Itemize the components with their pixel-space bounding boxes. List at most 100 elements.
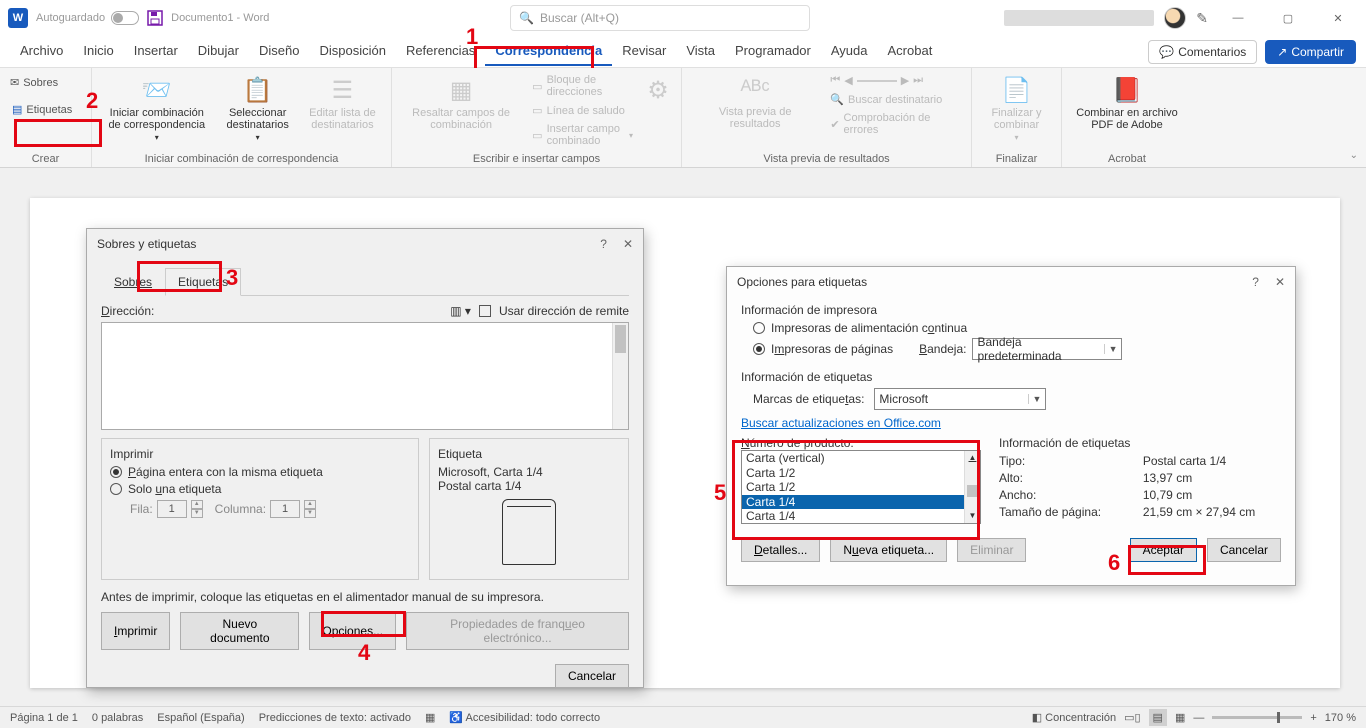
- list-item[interactable]: Carta 1/2: [742, 480, 980, 495]
- language-status[interactable]: Español (España): [157, 712, 244, 724]
- word-count[interactable]: 0 palabras: [92, 712, 143, 724]
- chevron-down-icon: ▼: [1028, 394, 1042, 404]
- maximize-button[interactable]: ▢: [1268, 3, 1308, 33]
- close-button[interactable]: ✕: [1318, 3, 1358, 33]
- aceptar-button[interactable]: Aceptar: [1130, 538, 1197, 562]
- envelope-icon: ✉: [10, 76, 19, 89]
- print-layout-icon[interactable]: ▤: [1149, 709, 1167, 726]
- nav-record: ⏮◀ ▶⏭: [826, 72, 963, 89]
- marcas-label: Marcas de etiquetas:: [753, 392, 864, 406]
- autosave-toggle[interactable]: Autoguardado: [36, 11, 139, 25]
- eliminar-button: Eliminar: [957, 538, 1026, 562]
- tab-ayuda[interactable]: Ayuda: [821, 37, 878, 66]
- collapse-ribbon-icon[interactable]: ⌄: [1350, 150, 1358, 161]
- macro-icon[interactable]: ▦: [425, 711, 435, 724]
- list-item[interactable]: Carta 1/4: [742, 495, 980, 510]
- buscar-actualizaciones-link[interactable]: Buscar actualizaciones en Office.com: [741, 416, 941, 430]
- help-icon[interactable]: ?: [600, 237, 607, 251]
- etiquetas-button[interactable]: ▤ Etiquetas: [8, 97, 83, 122]
- save-icon[interactable]: [147, 10, 163, 26]
- user-name-badge[interactable]: [1004, 10, 1154, 26]
- tab-inicio[interactable]: Inicio: [73, 37, 123, 66]
- user-avatar-icon[interactable]: [1164, 7, 1186, 29]
- tab-dibujar[interactable]: Dibujar: [188, 37, 249, 66]
- close-icon[interactable]: ✕: [623, 237, 633, 251]
- read-mode-icon[interactable]: ▭▯: [1124, 711, 1140, 724]
- address-book-icon[interactable]: ▥ ▾: [450, 304, 471, 318]
- zoom-out-button[interactable]: —: [1193, 712, 1204, 724]
- tab-insertar[interactable]: Insertar: [124, 37, 188, 66]
- tab-disposición[interactable]: Disposición: [309, 37, 395, 66]
- radio-solo-una[interactable]: Solo una etiqueta: [110, 482, 410, 496]
- marcas-combo[interactable]: Microsoft▼: [874, 388, 1046, 410]
- direccion-textarea[interactable]: [101, 322, 629, 430]
- detalles-button[interactable]: Detalles...: [741, 538, 820, 562]
- nueva-etiqueta-button[interactable]: Nueva etiqueta...: [830, 538, 947, 562]
- etiqueta-line1: Microsoft, Carta 1/4: [438, 465, 620, 479]
- tab-archivo[interactable]: Archivo: [10, 37, 73, 66]
- tab-etiquetas[interactable]: Etiquetas: [165, 268, 241, 296]
- focus-mode-button[interactable]: ◧ Concentración: [1032, 711, 1116, 724]
- radio-paginas[interactable]: Impresoras de páginas Bandeja: Bandeja p…: [753, 338, 1281, 360]
- predictions-status[interactable]: Predicciones de texto: activado: [259, 712, 411, 724]
- comprobacion-errores-button: ✔Comprobación de errores: [826, 110, 963, 138]
- propiedades-franqueo-button[interactable]: Propiedades de franqueo electrónico...: [406, 612, 629, 650]
- radio-continua[interactable]: Impresoras de alimentación continua: [753, 321, 1281, 335]
- tab-revisar[interactable]: Revisar: [612, 37, 676, 66]
- cancelar-button[interactable]: Cancelar: [555, 664, 629, 688]
- seleccionar-destinatarios-button[interactable]: 📋 Seleccionar destinatarios ▾: [220, 72, 296, 146]
- share-button[interactable]: ↗ Compartir: [1265, 40, 1356, 64]
- web-layout-icon[interactable]: ▦: [1175, 711, 1185, 724]
- scrollbar[interactable]: ▲▼: [964, 451, 980, 523]
- zoom-in-button[interactable]: +: [1310, 712, 1316, 724]
- iniciar-combinacion-button[interactable]: 📨 Iniciar combinación de correspondencia…: [100, 72, 214, 146]
- ribbon-tabs: ArchivoInicioInsertarDibujarDiseñoDispos…: [0, 36, 1366, 68]
- dialog-tabs: Sobres Etiquetas: [101, 267, 629, 296]
- accessibility-status[interactable]: ♿ Accesibilidad: todo correcto: [449, 711, 600, 724]
- preview-icon: ᴬᴮᶜ: [741, 76, 770, 104]
- alto-label: Alto:: [999, 471, 1127, 485]
- tab-sobres[interactable]: Sobres: [101, 268, 165, 296]
- nuevo-documento-button[interactable]: Nuevo documento: [180, 612, 299, 650]
- comments-button[interactable]: 💬 Comentarios: [1148, 40, 1257, 64]
- tab-acrobat[interactable]: Acrobat: [878, 37, 943, 66]
- page-status[interactable]: Página 1 de 1: [10, 712, 78, 724]
- imprimir-button[interactable]: Imprimir: [101, 612, 170, 650]
- usar-remite-checkbox[interactable]: [479, 305, 491, 317]
- combinar-pdf-button[interactable]: 📕 Combinar en archivo PDF de Adobe: [1070, 72, 1184, 135]
- address-block-icon: ▭: [532, 80, 542, 93]
- editar-label: Editar lista de destinatarios: [308, 107, 377, 131]
- opciones-button[interactable]: Opciones...: [309, 612, 396, 650]
- help-icon[interactable]: ?: [1252, 275, 1259, 289]
- tab-referencias[interactable]: Referencias: [396, 37, 485, 66]
- bandeja-combo[interactable]: Bandeja predeterminada▼: [972, 338, 1122, 360]
- buscar-destinatario-button: 🔍Buscar destinatario: [826, 91, 963, 108]
- print-note: Antes de imprimir, coloque las etiquetas…: [101, 590, 629, 604]
- zoom-value[interactable]: 170 %: [1325, 712, 1356, 724]
- sobres-button[interactable]: ✉ Sobres: [8, 72, 83, 93]
- list-item[interactable]: Corto: [742, 524, 980, 525]
- tab-correspondencia[interactable]: Correspondencia: [485, 37, 612, 66]
- etiquetas-label: Etiquetas: [26, 104, 72, 116]
- tab-vista[interactable]: Vista: [676, 37, 725, 66]
- pen-icon[interactable]: ✎: [1196, 10, 1208, 27]
- minimize-button[interactable]: —: [1218, 3, 1258, 33]
- label-preview-icon[interactable]: [502, 499, 556, 565]
- search-input[interactable]: 🔍 Buscar (Alt+Q): [510, 5, 810, 31]
- zoom-slider[interactable]: [1212, 716, 1302, 719]
- scrollbar[interactable]: [612, 323, 628, 429]
- columna-label: Columna:: [215, 502, 266, 516]
- tab-diseño[interactable]: Diseño: [249, 37, 309, 66]
- radio-icon: [753, 322, 765, 334]
- numero-producto-listbox[interactable]: Carta (vertical)Carta 1/2Carta 1/2Carta …: [741, 450, 981, 524]
- toggle-off-icon[interactable]: [111, 11, 139, 25]
- cancelar-button[interactable]: Cancelar: [1207, 538, 1281, 562]
- radio-icon: [753, 343, 765, 355]
- list-item[interactable]: Carta 1/4: [742, 509, 980, 524]
- list-item[interactable]: Carta 1/2: [742, 466, 980, 481]
- radio-pagina-entera[interactable]: Página entera con la misma etiqueta: [110, 465, 410, 479]
- status-bar: Página 1 de 1 0 palabras Español (España…: [0, 706, 1366, 728]
- tab-programador[interactable]: Programador: [725, 37, 821, 66]
- close-icon[interactable]: ✕: [1275, 275, 1285, 289]
- list-item[interactable]: Carta (vertical): [742, 451, 980, 466]
